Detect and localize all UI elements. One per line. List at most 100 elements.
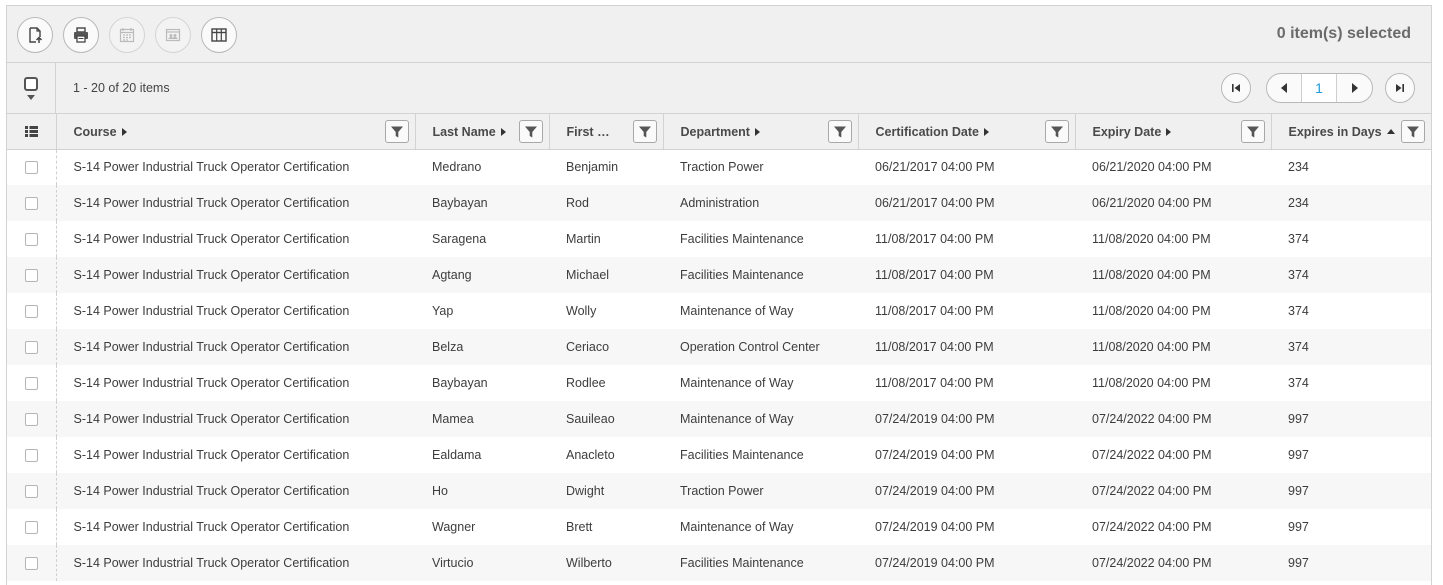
- row-checkbox[interactable]: [24, 269, 38, 283]
- sort-indicator-icon: [984, 127, 989, 136]
- first-name-cell: Dwight: [566, 484, 605, 498]
- export-button[interactable]: [17, 17, 53, 53]
- last-name-cell: Medrano: [432, 160, 482, 175]
- column-header-department[interactable]: Department: [663, 114, 859, 150]
- filter-button[interactable]: [632, 120, 657, 143]
- course-cell: S-14 Power Industrial Truck Operator Cer…: [73, 268, 350, 282]
- row-checkbox[interactable]: [24, 485, 38, 499]
- filter-button[interactable]: [1401, 120, 1425, 143]
- next-page-button[interactable]: [1337, 74, 1372, 102]
- department-cell: Maintenance of Way: [680, 412, 794, 426]
- row-select-cell: [7, 221, 57, 257]
- department-cell: Facilities Maintenance: [680, 556, 804, 570]
- sort-indicator-icon: [121, 127, 127, 136]
- expiry-date-cell: 06/21/2020 04:00 PM: [1092, 196, 1212, 210]
- table-row[interactable]: S-14 Power Industrial Truck Operator Cer…: [7, 401, 1431, 437]
- expires-in-days-cell: 374: [1288, 232, 1309, 246]
- column-header-certification-date[interactable]: Certification Date: [858, 114, 1076, 150]
- column-label: Department: [680, 124, 750, 139]
- row-select-cell: [7, 509, 57, 545]
- row-checkbox[interactable]: [24, 197, 38, 211]
- expires-in-days-cell: 374: [1288, 340, 1309, 354]
- column-chooser-button[interactable]: [201, 17, 237, 53]
- course-cell: S-14 Power Industrial Truck Operator Cer…: [73, 232, 350, 246]
- filter-button[interactable]: [518, 120, 543, 143]
- filter-button[interactable]: [827, 120, 852, 143]
- sort-indicator-icon: [500, 127, 506, 136]
- department-cell: Facilities Maintenance: [680, 448, 804, 462]
- row-select-cell: [7, 149, 57, 185]
- caret-down-icon: [27, 94, 35, 100]
- expiry-date-cell: 07/24/2022 04:00 PM: [1092, 448, 1212, 462]
- page-navigator: 1: [1266, 73, 1373, 103]
- table-row[interactable]: S-14 Power Industrial Truck Operator Cer…: [7, 329, 1431, 365]
- filter-button[interactable]: [1044, 120, 1069, 143]
- expires-in-days-cell: 997: [1288, 448, 1309, 462]
- row-checkbox[interactable]: [24, 305, 38, 319]
- table-row[interactable]: S-14 Power Industrial Truck Operator Cer…: [7, 437, 1431, 473]
- contact-card-button[interactable]: [155, 17, 191, 53]
- prev-page-button[interactable]: [1267, 74, 1302, 102]
- expires-in-days-cell: 374: [1288, 268, 1309, 282]
- table-row[interactable]: S-14 Power Industrial Truck Operator Cer…: [7, 365, 1431, 401]
- expires-in-days-cell: 234: [1288, 196, 1309, 210]
- table-row[interactable]: S-14 Power Industrial Truck Operator Cer…: [7, 221, 1431, 257]
- course-cell: S-14 Power Industrial Truck Operator Cer…: [73, 160, 350, 175]
- table-row[interactable]: S-14 Power Industrial Truck Operator Cer…: [7, 509, 1431, 545]
- certification-date-cell: 11/08/2017 04:00 PM: [875, 232, 994, 246]
- course-cell: S-14 Power Industrial Truck Operator Cer…: [73, 340, 350, 354]
- expiry-date-cell: 11/08/2020 04:00 PM: [1092, 232, 1211, 246]
- row-checkbox[interactable]: [24, 233, 38, 247]
- table-row[interactable]: S-14 Power Industrial Truck Operator Cer…: [7, 149, 1431, 185]
- row-select-cell: [7, 545, 57, 581]
- select-all-dropdown[interactable]: [7, 63, 56, 113]
- department-cell: Traction Power: [680, 484, 764, 498]
- row-checkbox[interactable]: [24, 341, 38, 355]
- table-row[interactable]: S-14 Power Industrial Truck Operator Cer…: [7, 473, 1431, 509]
- column-header-course[interactable]: Course: [56, 114, 416, 150]
- row-checkbox[interactable]: [24, 377, 38, 391]
- column-label: Expires in Days: [1288, 124, 1382, 139]
- row-checkbox[interactable]: [24, 449, 38, 463]
- row-checkbox[interactable]: [24, 161, 38, 175]
- row-checkbox[interactable]: [24, 521, 38, 535]
- column-label: Expiry Date: [1092, 124, 1162, 139]
- calendar-button[interactable]: [109, 17, 145, 53]
- last-name-cell: Saragena: [432, 232, 487, 246]
- column-header-first-name[interactable]: First Name: [549, 114, 664, 150]
- table-row[interactable]: S-14 Power Industrial Truck Operator Cer…: [7, 257, 1431, 293]
- column-header-expiry-date[interactable]: Expiry Date: [1075, 114, 1272, 150]
- last-page-button[interactable]: [1385, 73, 1415, 103]
- filter-button[interactable]: [384, 120, 409, 143]
- row-checkbox[interactable]: [24, 413, 38, 427]
- last-name-cell: Belza: [432, 340, 464, 354]
- grid-container: 0 item(s) selected 1 - 20 of 20 items 1: [6, 5, 1432, 585]
- column-header-last-name[interactable]: Last Name: [415, 114, 550, 150]
- filter-button[interactable]: [1240, 120, 1265, 143]
- filter-icon: [1050, 126, 1063, 137]
- chevron-right-icon: [1351, 83, 1358, 93]
- column-header-expires-in-days[interactable]: Expires in Days: [1271, 114, 1431, 150]
- print-button[interactable]: [63, 17, 99, 53]
- row-checkbox[interactable]: [24, 557, 38, 571]
- department-cell: Administration: [680, 196, 760, 210]
- last-name-cell: Ealdama: [432, 448, 482, 462]
- row-select-cell: [7, 473, 57, 509]
- last-name-cell: Baybayan: [432, 376, 488, 390]
- current-page-number[interactable]: 1: [1302, 74, 1337, 102]
- certification-date-cell: 11/08/2017 04:00 PM: [875, 376, 994, 390]
- certification-date-cell: 11/08/2017 04:00 PM: [875, 340, 994, 354]
- last-page-icon: [1396, 84, 1404, 92]
- table-row[interactable]: S-14 Power Industrial Truck Operator Cer…: [7, 545, 1431, 581]
- first-page-button[interactable]: [1221, 73, 1251, 103]
- column-label: Last Name: [432, 124, 496, 139]
- table-row[interactable]: S-14 Power Industrial Truck Operator Cer…: [7, 293, 1431, 329]
- sort-indicator-icon: [754, 127, 760, 136]
- sort-indicator-icon: [1166, 127, 1172, 136]
- chevron-left-icon: [1281, 83, 1287, 93]
- table-row[interactable]: S-14 Power Industrial Truck Operator Cer…: [7, 185, 1431, 221]
- filter-icon: [1246, 126, 1259, 137]
- first-name-cell: Michael: [566, 268, 610, 282]
- select-all-checkbox[interactable]: [24, 76, 38, 91]
- column-menu-button[interactable]: [7, 114, 57, 150]
